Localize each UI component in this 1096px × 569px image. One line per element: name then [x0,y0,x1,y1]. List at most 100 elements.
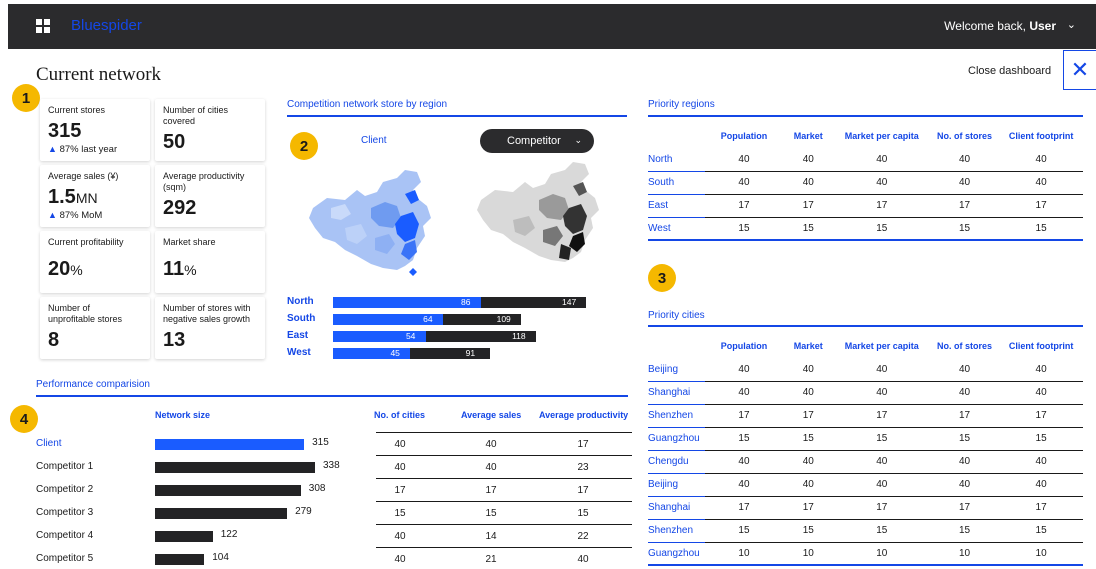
competition-rule [287,115,627,117]
table-row: South 40 40 40 40 40 [648,171,1083,195]
performance-rule [36,395,628,397]
row-label[interactable]: Shanghai [648,496,706,520]
row-divider [376,501,632,502]
kpi-value: 292 [163,197,197,219]
table-cell: 15 [782,427,834,451]
table-cell: 40 [705,473,783,497]
close-icon[interactable]: ✕ [1063,50,1096,90]
perf-sales-value: 17 [485,485,497,496]
table-cell: 10 [705,542,783,566]
row-label[interactable]: Shanghai [648,381,706,405]
kpi-trend: ▲ 87% MoM [48,210,142,221]
row-label[interactable]: North [648,148,706,172]
perf-sales-value: 40 [485,439,497,450]
table-cell: 40 [782,450,834,474]
row-label[interactable]: Chengdu [648,450,706,474]
table-column-header: Market per capita [844,131,919,141]
client-value: 54 [405,331,416,341]
user-menu[interactable]: Welcome back, User [944,19,1056,33]
network-size-value: 104 [212,552,229,563]
perf-productivity-value: 15 [577,508,589,519]
row-label[interactable]: Shenzhen [648,404,706,428]
table-cell: 40 [929,450,1000,474]
row-divider [376,478,632,479]
competitor-dropdown[interactable]: Competitor ⌄ [480,129,594,153]
table-cell: 40 [782,381,834,405]
table-cell: 17 [782,496,834,520]
user-name: User [1029,19,1056,33]
competitor-value: 91 [465,348,476,358]
table-cell: 15 [705,217,783,241]
trend-up-icon: ▲ [48,210,57,220]
table-cell: 15 [929,519,1000,543]
kpi-value-unit: % [184,262,197,278]
row-label[interactable]: Guangzhou [648,542,706,566]
table-cell: 15 [929,427,1000,451]
kpi-value: 8 [48,329,60,351]
network-size-value: 279 [295,506,312,517]
top-bar: Bluespider Welcome back, User ⌄ [8,4,1096,49]
perf-cities-value: 40 [394,554,406,565]
kpi-label: Number of stores with negative sales gro… [163,303,251,324]
table-row: North 40 40 40 40 40 [648,148,1083,172]
table-cell: 40 [929,381,1000,405]
perf-productivity-value: 17 [577,485,589,496]
perf-row-name: Competitor 5 [36,553,94,564]
row-label[interactable]: Shenzhen [648,519,706,543]
close-dashboard-link[interactable]: Close dashboard [968,65,1051,77]
kpi-value: 50 [163,131,186,153]
table-cell: 17 [705,496,783,520]
brand-name[interactable]: Bluespider [71,17,142,34]
table-cell: 17 [929,194,1000,218]
table-cell: 17 [705,194,783,218]
table-column-header: Population [720,131,768,141]
perf-col-network: Network size [155,410,211,420]
perf-cities-value: 40 [394,462,406,473]
kpi-current-profitability: Current profitability 20% [40,231,150,293]
perf-cities-value: 40 [394,531,406,542]
row-label[interactable]: East [648,194,706,218]
kpi-label: Current stores [48,105,106,115]
client-bar [333,297,481,308]
kpi-value: 315 [48,120,82,142]
table-cell: 40 [833,473,930,497]
row-label[interactable]: Beijing [648,358,706,382]
kpi-label: Number of cities covered [163,105,229,126]
priority-cities-title: Priority cities [648,310,705,321]
competitor-china-map [477,162,599,262]
step-badge-2: 2 [290,132,318,160]
row-label[interactable]: West [648,217,706,241]
network-size-bar [155,531,213,542]
kpi-cities-covered: Number of cities covered 50 [155,99,265,161]
table-cell: 15 [782,217,834,241]
welcome-text: Welcome back, [944,19,1026,33]
table-cell: 40 [705,148,783,172]
table-cell: 15 [833,217,930,241]
client-value: 45 [390,348,400,358]
table-row: Guangzhou 10 10 10 10 10 [648,542,1083,566]
chevron-down-icon[interactable]: ⌄ [1067,18,1076,31]
kpi-value-unit: MN [75,190,98,206]
network-size-bar [155,554,205,565]
page-title: Current network [36,64,162,85]
kpi-label: Average sales (¥) [48,171,119,181]
row-label[interactable]: Beijing [648,473,706,497]
table-cell: 15 [833,427,930,451]
table-cell: 17 [833,404,930,428]
step-badge-4: 4 [10,405,38,433]
table-cell: 15 [833,519,930,543]
kpi-label: Average productivity (sqm) [163,171,245,192]
table-row: Shenzhen 17 17 17 17 17 [648,404,1083,428]
table-cell: 17 [705,404,783,428]
table-cell: 40 [833,450,930,474]
row-label[interactable]: Guangzhou [648,427,706,451]
table-cell: 40 [929,148,1000,172]
table-cell: 17 [999,404,1083,428]
table-cell: 15 [782,519,834,543]
table-row: Shenzhen 15 15 15 15 15 [648,519,1083,543]
row-label[interactable]: South [648,171,706,195]
region-label-north: North [287,296,314,307]
table-cell: 17 [833,496,930,520]
client-toggle[interactable]: Client [361,135,387,146]
table-cell: 40 [999,450,1083,474]
